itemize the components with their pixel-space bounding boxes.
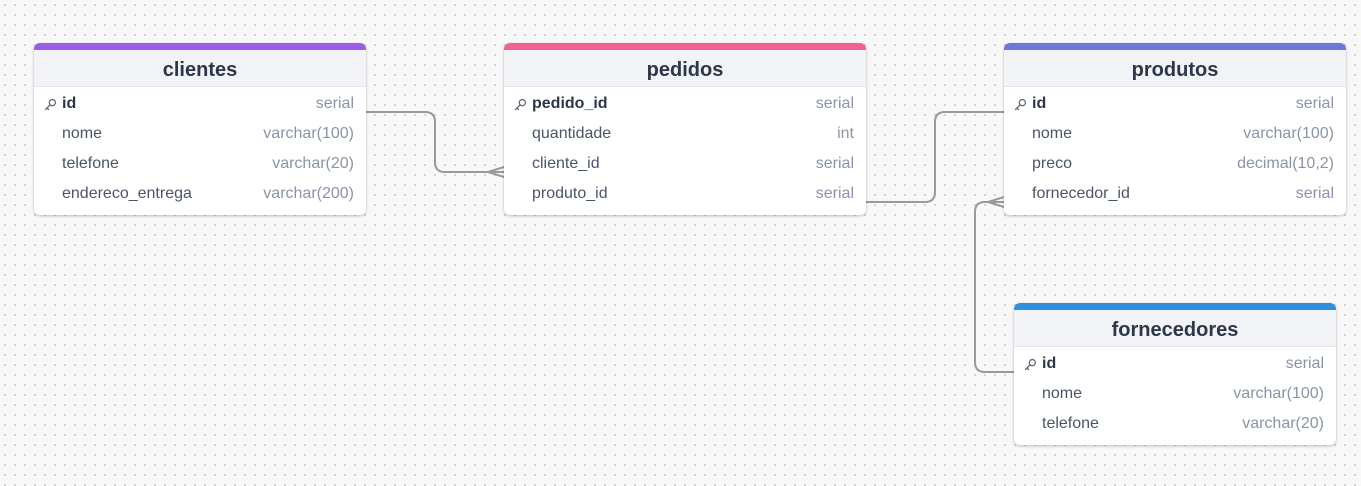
column-name: produto_id [532,185,608,202]
column-name: telefone [62,155,119,172]
column-row[interactable]: id serial [1014,349,1336,379]
table-header[interactable]: clientes [34,43,366,87]
table-title: clientes [162,59,238,81]
table-clientes[interactable]: clientes id serial nome varchar(100) telefone… [34,43,366,215]
column-type: serial [815,155,854,172]
column-type: serial [1295,185,1334,202]
column-type: varchar(100) [1233,385,1324,402]
crow-foot-marker [987,196,1005,208]
diagram-canvas[interactable]: clientes id serial nome varchar(100) telefone… [0,0,1361,486]
column-row[interactable]: telefone varchar(20) [34,149,366,179]
column-row[interactable]: id serial [34,89,366,119]
key-icon [44,98,62,111]
column-row[interactable]: telefone varchar(20) [1014,409,1336,439]
column-type: decimal(10,2) [1237,155,1334,172]
column-type: serial [1285,355,1324,372]
table-header[interactable]: produtos [1004,43,1346,87]
column-name: preco [1032,155,1073,172]
table-fornecedores[interactable]: fornecedores id serial nome varchar(100) tele… [1014,303,1336,445]
table-pedidos[interactable]: pedidos pedido_id serial quantidade int clien… [504,43,866,215]
column-name: fornecedor_id [1032,185,1130,202]
column-row[interactable]: pedido_id serial [504,89,866,119]
crow-foot-marker [487,166,505,178]
column-type: serial [815,185,854,202]
column-name: nome [1042,385,1083,402]
column-type: varchar(20) [1242,415,1324,432]
column-list: id serial nome varchar(100) telefone varchar(… [34,87,366,215]
column-name: endereco_entrega [62,185,192,202]
column-row[interactable]: nome varchar(100) [34,119,366,149]
column-row[interactable]: nome varchar(100) [1004,119,1346,149]
table-produtos[interactable]: produtos id serial nome varchar(100) preco dec… [1004,43,1346,215]
relationship-pedidos-produtos [866,111,1004,203]
column-name: pedido_id [532,95,608,112]
column-type: serial [1295,95,1334,112]
column-type: int [837,125,854,142]
column-list: id serial nome varchar(100) telefone varchar(… [1014,347,1336,445]
table-title: pedidos [646,59,724,81]
column-row[interactable]: endereco_entrega varchar(200) [34,179,366,209]
column-name: id [1042,355,1057,372]
table-header[interactable]: fornecedores [1014,303,1336,347]
table-header[interactable]: pedidos [504,43,866,87]
column-name: id [62,95,77,112]
column-row[interactable]: cliente_id serial [504,149,866,179]
key-icon [514,98,532,111]
column-name: nome [62,125,103,142]
column-type: varchar(200) [263,185,354,202]
column-name: quantidade [532,125,612,142]
table-title: produtos [1131,59,1219,81]
column-name: cliente_id [532,155,600,172]
column-row[interactable]: nome varchar(100) [1014,379,1336,409]
relationship-fornecedores-produtos [974,201,1014,373]
column-row[interactable]: produto_id serial [504,179,866,209]
key-icon [1014,98,1032,111]
column-type: varchar(100) [263,125,354,142]
relationship-clientes-pedidos [366,111,504,173]
column-type: serial [315,95,354,112]
column-row[interactable]: fornecedor_id serial [1004,179,1346,209]
key-icon [1024,358,1042,371]
column-list: id serial nome varchar(100) preco decimal(10,… [1004,87,1346,215]
column-type: serial [815,95,854,112]
table-title: fornecedores [1111,319,1239,341]
column-type: varchar(20) [272,155,354,172]
column-name: id [1032,95,1047,112]
column-row[interactable]: id serial [1004,89,1346,119]
column-name: telefone [1042,415,1099,432]
column-type: varchar(100) [1243,125,1334,142]
column-row[interactable]: quantidade int [504,119,866,149]
column-list: pedido_id serial quantidade int cliente_id se… [504,87,866,215]
column-row[interactable]: preco decimal(10,2) [1004,149,1346,179]
column-name: nome [1032,125,1073,142]
